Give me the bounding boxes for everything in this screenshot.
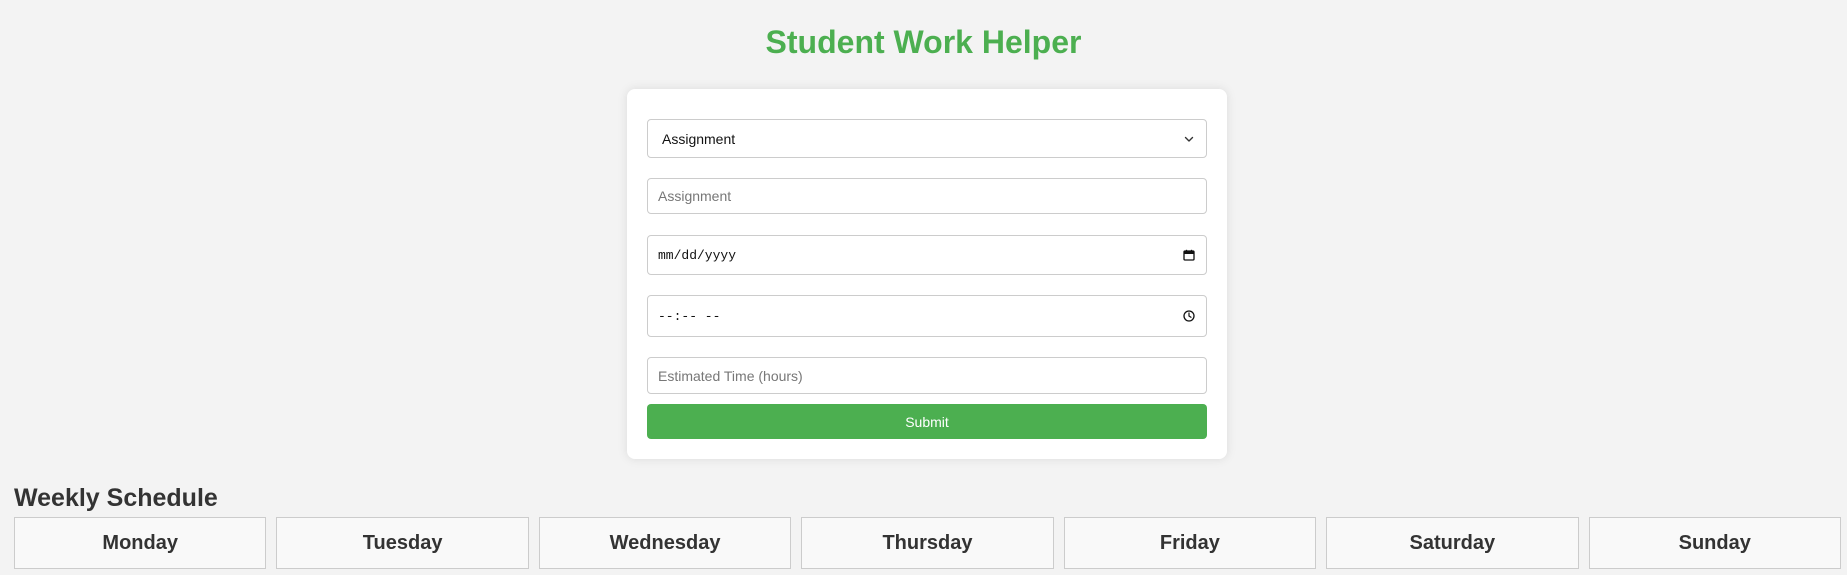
estimated-hours-placeholder: Estimated Time (hours) [658,367,803,384]
due-time-placeholder: --:-- -- [658,308,721,324]
work-form: Assignment Assignment mm/dd/yyyy --:-- -… [627,89,1227,459]
estimated-hours-input[interactable]: Estimated Time (hours) [647,357,1207,394]
day-sunday: Sunday [1588,517,1841,569]
day-wednesday: Wednesday [538,517,792,569]
day-friday: Friday [1063,517,1317,569]
submit-button[interactable]: Submit [647,404,1207,439]
weekly-schedule-title: Weekly Schedule [14,484,218,512]
due-date-input[interactable]: mm/dd/yyyy [647,235,1207,275]
assignment-name-placeholder: Assignment [658,188,732,204]
work-type-select[interactable]: Assignment [647,119,1207,158]
assignment-name-input[interactable]: Assignment [647,178,1207,214]
day-saturday: Saturday [1326,517,1579,569]
day-monday: Monday [14,517,267,569]
work-type-selected-value: Assignment [662,130,736,147]
due-time-input[interactable]: --:-- -- [647,295,1207,337]
due-date-placeholder: mm/dd/yyyy [658,247,737,263]
calendar-icon[interactable] [1182,248,1196,262]
chevron-down-icon [1182,132,1196,146]
page-title: Student Work Helper [765,24,1082,60]
weekly-schedule: Monday Tuesday Wednesday Thursday Friday… [14,517,1841,569]
day-tuesday: Tuesday [276,517,529,569]
page: Student Work Helper Assignment Assignmen… [0,0,1847,575]
day-thursday: Thursday [801,517,1054,569]
clock-icon[interactable] [1182,309,1196,323]
